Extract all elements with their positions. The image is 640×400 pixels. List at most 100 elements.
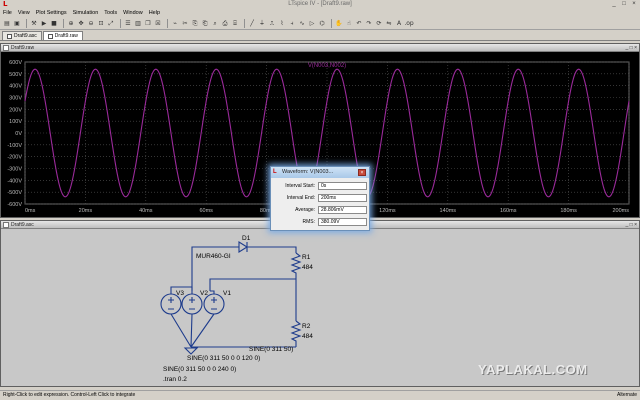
menu-window[interactable]: Window <box>123 9 143 18</box>
y-tick-label: 400V <box>9 84 22 90</box>
cut-icon[interactable]: ✂ <box>181 20 189 28</box>
zoom-fit-icon[interactable]: ⊡ <box>97 20 105 28</box>
menu-file[interactable]: File <box>3 9 12 18</box>
status-bar: Right-Click to edit expression. Control-… <box>0 390 640 400</box>
y-tick-label: 600V <box>9 60 22 66</box>
control-panel-icon[interactable]: ⚒ <box>30 20 38 28</box>
status-text: Right-Click to edit expression. Control-… <box>3 392 136 398</box>
diode-d1[interactable] <box>238 241 249 253</box>
r2-label: R2 <box>302 323 311 330</box>
close-icon[interactable]: × <box>630 1 638 8</box>
move-icon[interactable]: ✋ <box>335 20 343 28</box>
rms-label: RMS: <box>302 219 316 225</box>
y-tick-label: 0V <box>15 131 22 137</box>
v2-label: V2 <box>200 290 208 297</box>
menu-help[interactable]: Help <box>149 9 160 18</box>
minimize-icon[interactable]: _ <box>610 1 618 8</box>
toolbar: ▤ ▣ ⚒ ▶ ■ ⊕ ✥ ⊖ ⊡ ⤢ ☰ ▥ ❐ ☒ ⌁ ✂ ⎘ ⎗ ⌕ ⎙ … <box>0 18 640 30</box>
close-window-icon[interactable]: ☒ <box>154 20 162 28</box>
zoom-in-icon[interactable]: ⊕ <box>67 20 75 28</box>
menu-view[interactable]: View <box>18 9 30 18</box>
run-icon[interactable]: ▶ <box>40 20 48 28</box>
interval-start-label: Interval Start: <box>285 183 315 189</box>
r1-value: 484 <box>302 264 313 271</box>
x-tick-label: 0ms <box>25 208 36 214</box>
dialog-titlebar[interactable]: L Waveform: V(N003... <box>271 167 369 178</box>
average-value: 28.806mV <box>318 206 367 214</box>
resistor-r2[interactable] <box>290 320 302 347</box>
window-controls[interactable]: _ □ × <box>626 222 638 228</box>
find-icon[interactable]: ⌕ <box>211 20 219 28</box>
rotate-icon[interactable]: ⟳ <box>375 20 383 28</box>
autorange-icon[interactable]: ⤢ <box>107 20 115 28</box>
tab-draft9-raw[interactable]: Draft9.raw <box>42 31 83 40</box>
pan-icon[interactable]: ✥ <box>77 20 85 28</box>
resistor-icon[interactable]: ⌇ <box>278 20 286 28</box>
y-tick-label: 500V <box>9 72 22 78</box>
trace-label[interactable]: V(N003,N002) <box>308 63 346 69</box>
text-icon[interactable]: A <box>395 20 403 28</box>
window-controls[interactable]: _ □ × <box>626 45 638 51</box>
zoom-out-icon[interactable]: ⊖ <box>87 20 95 28</box>
interval-end-label: Interval End: <box>286 195 315 201</box>
interval-start-field[interactable]: 0s <box>318 182 367 190</box>
diode-icon[interactable]: ▷ <box>308 20 316 28</box>
spice-directive-icon[interactable]: .op <box>404 20 413 28</box>
schematic-window-title: Draft9.asc <box>11 222 34 228</box>
rms-value: 380.09V <box>318 218 367 226</box>
x-tick-label: 60ms <box>199 208 213 214</box>
v1-label: V1 <box>223 290 231 297</box>
resistor-r1[interactable] <box>290 252 302 279</box>
v3-sine-spec: SINE(0 311 50 0 0 240 0) <box>163 366 236 373</box>
title-bar: L LTspice IV - [Draft9.raw] _ □ × <box>0 0 640 9</box>
wire[interactable] <box>247 246 297 253</box>
waveform-dialog[interactable]: L Waveform: V(N003... × Interval Start: … <box>270 166 370 231</box>
ground-icon[interactable]: ⏚ <box>258 20 266 28</box>
wire[interactable] <box>170 313 215 348</box>
close-icon[interactable]: × <box>358 169 366 176</box>
paste-icon[interactable]: ⎗ <box>201 20 209 28</box>
inductor-icon[interactable]: ∿ <box>298 20 306 28</box>
tab-draft9-asc[interactable]: Draft9.asc <box>2 31 42 40</box>
x-tick-label: 160ms <box>500 208 517 214</box>
menu-tools[interactable]: Tools <box>104 9 117 18</box>
wire-icon[interactable]: ╱ <box>248 20 256 28</box>
waveform-file-icon <box>47 33 53 39</box>
x-tick-label: 180ms <box>560 208 577 214</box>
open-icon[interactable]: ▤ <box>3 20 11 28</box>
menu-simulation[interactable]: Simulation <box>73 9 99 18</box>
toolbar-divider <box>244 19 245 28</box>
print-setup-icon[interactable]: ⌸ <box>231 20 239 28</box>
component-icon[interactable]: ⌬ <box>318 20 326 28</box>
x-tick-label: 140ms <box>440 208 457 214</box>
maximize-icon[interactable]: □ <box>620 1 628 8</box>
menu-bar: File View Plot Settings Simulation Tools… <box>0 9 640 18</box>
y-tick-label: 300V <box>9 96 22 102</box>
window-title: LTspice IV - [Draft9.raw] <box>288 1 352 7</box>
plot-window-title: Draft9.raw <box>11 45 35 51</box>
v3-label: V3 <box>176 290 184 297</box>
tile-horizontal-icon[interactable]: ☰ <box>124 20 132 28</box>
print-icon[interactable]: ⎙ <box>221 20 229 28</box>
pick-visible-icon[interactable]: ⌁ <box>171 20 179 28</box>
interval-end-field[interactable]: 200ms <box>318 194 367 202</box>
menu-plot-settings[interactable]: Plot Settings <box>36 9 67 18</box>
y-tick-label: -300V <box>7 167 22 173</box>
label-net-icon[interactable]: ⎍ <box>268 20 276 28</box>
halt-icon[interactable]: ■ <box>50 20 58 28</box>
watermark: YAPLAKAL.COM <box>478 362 588 377</box>
ground-icon[interactable] <box>183 347 199 355</box>
copy-icon[interactable]: ⎘ <box>191 20 199 28</box>
redo-icon[interactable]: ↷ <box>365 20 373 28</box>
tile-vertical-icon[interactable]: ▥ <box>134 20 142 28</box>
drag-icon[interactable]: ☝ <box>345 20 353 28</box>
capacitor-icon[interactable]: ⫞ <box>288 20 296 28</box>
y-tick-label: -500V <box>7 190 22 196</box>
save-icon[interactable]: ▣ <box>13 20 21 28</box>
plot-window-titlebar[interactable]: Draft9.raw _ □ × <box>1 44 639 52</box>
cascade-icon[interactable]: ❐ <box>144 20 152 28</box>
average-label: Average: <box>295 207 315 213</box>
mirror-icon[interactable]: ⇋ <box>385 20 393 28</box>
d1-label: D1 <box>242 235 251 242</box>
undo-icon[interactable]: ↶ <box>355 20 363 28</box>
